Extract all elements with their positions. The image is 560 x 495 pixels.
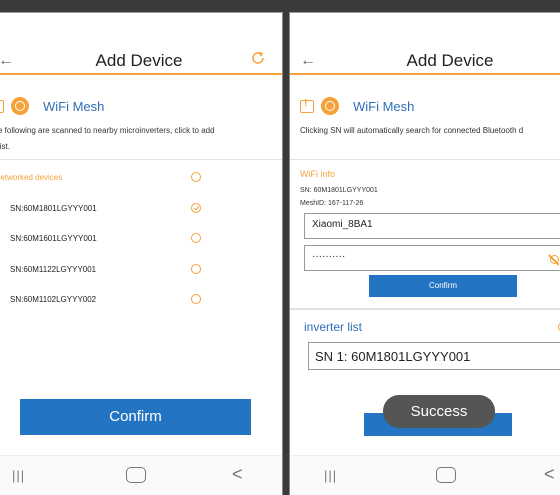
- header: ← Add Device: [0, 13, 282, 75]
- networked-devices-label: networked devices: [0, 173, 63, 182]
- recent-apps-icon[interactable]: |||: [12, 468, 25, 483]
- page-title: Add Device: [95, 51, 183, 70]
- info-box-icon: [0, 99, 4, 113]
- wifi-info-label: WiFi info: [300, 169, 336, 179]
- device-radio-2[interactable]: [191, 233, 201, 243]
- success-toast: Success: [383, 395, 495, 428]
- back-nav-icon[interactable]: <: [232, 464, 243, 485]
- device-radio-4[interactable]: [191, 294, 201, 304]
- inverter-list-title: inverter list: [304, 320, 363, 334]
- wifi-mesh-row[interactable]: WiFi Mesh: [0, 95, 104, 117]
- toggle-visibility-icon[interactable]: [550, 255, 559, 264]
- nav-bar: ||| <: [290, 455, 560, 495]
- device-sn-2[interactable]: SN:60M1601LGYYY001: [10, 234, 97, 243]
- password-value: ··········: [312, 251, 346, 262]
- wifi-mesh-label: WiFi Mesh: [353, 98, 415, 114]
- back-icon[interactable]: ←: [300, 51, 316, 71]
- device-sn-3[interactable]: SN:60M1122LGYYY001: [10, 265, 96, 274]
- device-sn-1[interactable]: SN:60M1801LGYYY001: [10, 204, 97, 213]
- select-all-radio[interactable]: [191, 172, 201, 182]
- divider: [290, 308, 560, 310]
- scan-description: Clicking SN will automatically search fo…: [300, 126, 524, 135]
- password-field[interactable]: ··········: [304, 245, 560, 271]
- home-icon[interactable]: [436, 467, 456, 483]
- wifi-info-sn: SN: 60M1801LGYYY001: [300, 187, 378, 194]
- device-sn-4[interactable]: SN:60M1102LGYYY002: [10, 295, 96, 304]
- inverter-item[interactable]: SN 1: 60M1801LGYYY001: [308, 342, 560, 370]
- left-screen: ← Add Device WiFi Mesh e following are s…: [0, 12, 283, 495]
- wifi-confirm-button[interactable]: Confirm: [369, 275, 517, 297]
- mesh-id: MeshID: 167-117-26: [300, 200, 364, 207]
- header: ← Add Device: [290, 13, 560, 75]
- divider: [0, 159, 282, 160]
- recent-apps-icon[interactable]: |||: [324, 468, 337, 483]
- home-icon[interactable]: [126, 467, 146, 483]
- confirm-button[interactable]: Confirm: [20, 399, 251, 435]
- nav-bar: ||| <: [0, 455, 282, 495]
- mesh-icon: [11, 97, 29, 115]
- right-screen: ← Add Device WiFi Mesh Clicking SN will …: [289, 12, 560, 495]
- scan-description: e following are scanned to nearby microi…: [0, 126, 215, 151]
- device-radio-1[interactable]: [191, 203, 201, 213]
- device-radio-3[interactable]: [191, 264, 201, 274]
- wifi-mesh-row[interactable]: WiFi Mesh: [300, 95, 414, 117]
- mesh-icon: [321, 97, 339, 115]
- page-title: Add Device: [406, 51, 494, 70]
- refresh-icon[interactable]: [250, 50, 266, 66]
- divider: [290, 159, 560, 160]
- back-nav-icon[interactable]: <: [544, 464, 555, 485]
- wifi-mesh-label: WiFi Mesh: [43, 98, 105, 114]
- ssid-field[interactable]: Xiaomi_8BA1: [304, 213, 560, 239]
- info-box-icon: [300, 98, 314, 113]
